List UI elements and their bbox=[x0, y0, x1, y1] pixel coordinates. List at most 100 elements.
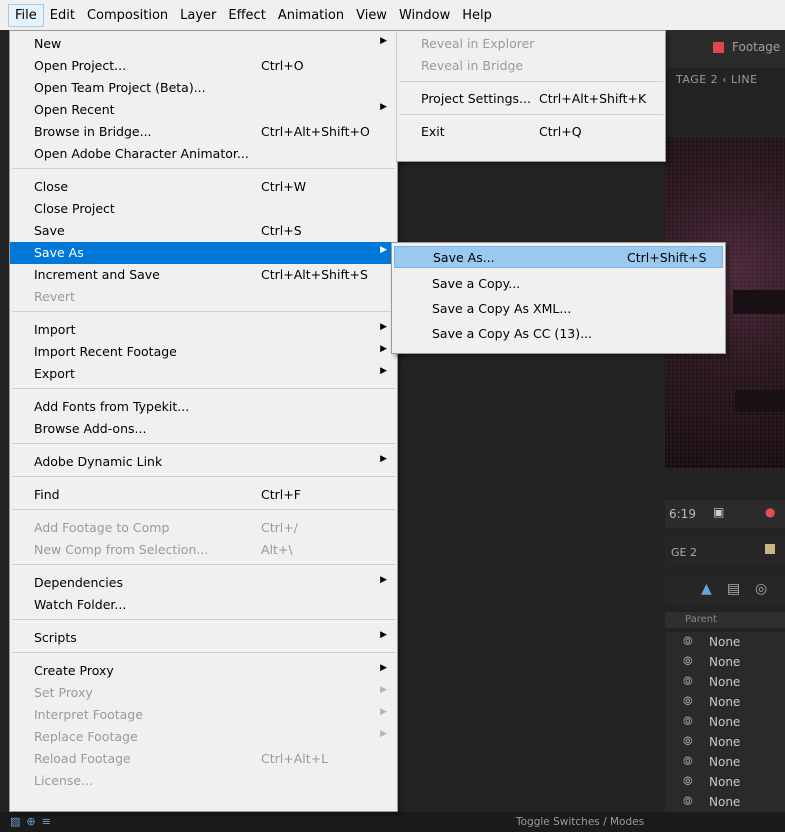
menu-item-label: Scripts bbox=[34, 630, 77, 645]
save-as-item-save-a-copy[interactable]: Save a Copy... bbox=[394, 273, 723, 295]
menu-file[interactable]: File bbox=[8, 3, 44, 27]
layer-row[interactable]: ⦾ None bbox=[665, 732, 785, 753]
file-menu-item-export[interactable]: Export ▶ bbox=[10, 363, 397, 385]
layer-row[interactable]: ⦾ None bbox=[665, 672, 785, 693]
file-menu-item-watch-folder[interactable]: Watch Folder... bbox=[10, 594, 397, 616]
menu-separator bbox=[12, 564, 395, 565]
motion-blur-icon[interactable]: ◎ bbox=[755, 581, 767, 597]
menu-item-label: Reload Footage bbox=[34, 751, 131, 766]
menu-layer[interactable]: Layer bbox=[174, 5, 222, 26]
menu-item-reveal-in-explorer[interactable]: Reveal in Explorer bbox=[397, 33, 665, 55]
parent-value[interactable]: None bbox=[709, 775, 740, 789]
file-menu-item-close-project[interactable]: Close Project bbox=[10, 198, 397, 220]
file-menu-item-browse-in-bridge[interactable]: Browse in Bridge... Ctrl+Alt+Shift+O bbox=[10, 121, 397, 143]
parent-value[interactable]: None bbox=[709, 675, 740, 689]
viewer-controls: 6:19 ▣ ● bbox=[665, 500, 785, 528]
menu-animation[interactable]: Animation bbox=[272, 5, 350, 26]
layer-row[interactable]: ⦾ None bbox=[665, 692, 785, 713]
menu-item-label: Import bbox=[34, 322, 76, 337]
file-menu-item-replace-footage[interactable]: Replace Footage ▶ bbox=[10, 726, 397, 748]
menu-item-exit[interactable]: Exit Ctrl+Q bbox=[397, 121, 665, 143]
menu-item-project-settings[interactable]: Project Settings... Ctrl+Alt+Shift+K bbox=[397, 88, 665, 110]
menu-item-label: Save a Copy... bbox=[432, 276, 521, 291]
menu-item-label: Dependencies bbox=[34, 575, 123, 590]
file-menu-item-open-team-project-beta[interactable]: Open Team Project (Beta)... bbox=[10, 77, 397, 99]
file-menu-item-scripts[interactable]: Scripts ▶ bbox=[10, 627, 397, 649]
parent-value[interactable]: None bbox=[709, 735, 740, 749]
footer-icons[interactable]: ▨⊕≡ bbox=[10, 815, 57, 828]
parent-value[interactable]: None bbox=[709, 655, 740, 669]
footage-tab[interactable]: Footage bbox=[713, 40, 780, 54]
file-menu-item-add-footage-to-comp[interactable]: Add Footage to Comp Ctrl+/ bbox=[10, 517, 397, 539]
save-as-item-save-a-copy-as-cc-13[interactable]: Save a Copy As CC (13)... bbox=[394, 323, 723, 345]
submenu-arrow-icon: ▶ bbox=[380, 366, 387, 376]
pickwhip-icon[interactable]: ⦾ bbox=[683, 754, 693, 769]
file-menu-item-create-proxy[interactable]: Create Proxy ▶ bbox=[10, 660, 397, 682]
color-channel-icon[interactable]: ● bbox=[765, 505, 775, 519]
pickwhip-icon[interactable]: ⦾ bbox=[683, 654, 693, 669]
file-menu-item-revert[interactable]: Revert bbox=[10, 286, 397, 308]
file-menu-item-save[interactable]: Save Ctrl+S bbox=[10, 220, 397, 242]
layer-row[interactable]: ⦾ None bbox=[665, 712, 785, 733]
file-menu-item-open-adobe-character-animator[interactable]: Open Adobe Character Animator... bbox=[10, 143, 397, 165]
file-menu-item-import[interactable]: Import ▶ bbox=[10, 319, 397, 341]
parent-value[interactable]: None bbox=[709, 795, 740, 809]
layer-row[interactable]: ⦾ None bbox=[665, 792, 785, 813]
submenu-arrow-icon: ▶ bbox=[380, 685, 387, 695]
shy-layers-icon[interactable]: ▲ bbox=[701, 581, 712, 597]
file-menu-item-import-recent-footage[interactable]: Import Recent Footage ▶ bbox=[10, 341, 397, 363]
comp-breadcrumb[interactable]: TAGE 2 ‹ LINE bbox=[676, 73, 758, 86]
file-menu-item-find[interactable]: Find Ctrl+F bbox=[10, 484, 397, 506]
file-menu-item-add-fonts-from-typekit[interactable]: Add Fonts from Typekit... bbox=[10, 396, 397, 418]
parent-value[interactable]: None bbox=[709, 695, 740, 709]
menu-help[interactable]: Help bbox=[456, 5, 498, 26]
menu-item-label: Export bbox=[34, 366, 75, 381]
camera-icon[interactable]: ▣ bbox=[713, 505, 724, 519]
parent-value[interactable]: None bbox=[709, 635, 740, 649]
file-menu-item-new-comp-from-selection[interactable]: New Comp from Selection... Alt+\ bbox=[10, 539, 397, 561]
menu-item-shortcut: Ctrl+S bbox=[261, 223, 302, 238]
file-menu-item-interpret-footage[interactable]: Interpret Footage ▶ bbox=[10, 704, 397, 726]
menu-item-label: Increment and Save bbox=[34, 267, 160, 282]
file-menu-item-license[interactable]: License... bbox=[10, 770, 397, 792]
pickwhip-icon[interactable]: ⦾ bbox=[683, 774, 693, 789]
file-menu-item-reload-footage[interactable]: Reload Footage Ctrl+Alt+L bbox=[10, 748, 397, 770]
pickwhip-icon[interactable]: ⦾ bbox=[683, 794, 693, 809]
file-menu-item-close[interactable]: Close Ctrl+W bbox=[10, 176, 397, 198]
menu-window[interactable]: Window bbox=[393, 5, 456, 26]
file-menu-item-new[interactable]: New ▶ bbox=[10, 33, 397, 55]
layer-row[interactable]: ⦾ None bbox=[665, 772, 785, 793]
layer-row[interactable]: ⦾ None bbox=[665, 652, 785, 673]
save-as-item-save-as[interactable]: Save As... Ctrl+Shift+S bbox=[394, 246, 723, 268]
parent-value[interactable]: None bbox=[709, 755, 740, 769]
menu-view[interactable]: View bbox=[350, 5, 393, 26]
file-menu-item-open-project[interactable]: Open Project... Ctrl+O bbox=[10, 55, 397, 77]
menu-separator bbox=[12, 652, 395, 653]
pickwhip-icon[interactable]: ⦾ bbox=[683, 734, 693, 749]
file-menu-item-save-as[interactable]: Save As ▶ bbox=[10, 242, 397, 264]
pickwhip-icon[interactable]: ⦾ bbox=[683, 634, 693, 649]
menu-composition[interactable]: Composition bbox=[81, 5, 174, 26]
timeline-tab[interactable]: GE 2 bbox=[665, 536, 785, 566]
file-menu-item-increment-and-save[interactable]: Increment and Save Ctrl+Alt+Shift+S bbox=[10, 264, 397, 286]
file-menu-item-adobe-dynamic-link[interactable]: Adobe Dynamic Link ▶ bbox=[10, 451, 397, 473]
menu-effect[interactable]: Effect bbox=[222, 5, 271, 26]
menu-item-label: Save As bbox=[34, 245, 84, 260]
file-menu-item-open-recent[interactable]: Open Recent ▶ bbox=[10, 99, 397, 121]
timecode-display[interactable]: 6:19 bbox=[669, 507, 696, 521]
parent-value[interactable]: None bbox=[709, 715, 740, 729]
pickwhip-icon[interactable]: ⦾ bbox=[683, 714, 693, 729]
menu-item-reveal-in-bridge[interactable]: Reveal in Bridge bbox=[397, 55, 665, 77]
toggle-switches-modes-button[interactable]: Toggle Switches / Modes bbox=[516, 816, 644, 828]
file-menu-item-browse-add-ons[interactable]: Browse Add-ons... bbox=[10, 418, 397, 440]
menu-separator bbox=[399, 81, 663, 82]
layer-row[interactable]: ⦾ None bbox=[665, 632, 785, 653]
menu-edit[interactable]: Edit bbox=[44, 5, 81, 26]
file-menu-item-dependencies[interactable]: Dependencies ▶ bbox=[10, 572, 397, 594]
layer-row[interactable]: ⦾ None bbox=[665, 752, 785, 773]
frame-blending-icon[interactable]: ▤ bbox=[727, 581, 740, 597]
pickwhip-icon[interactable]: ⦾ bbox=[683, 694, 693, 709]
save-as-item-save-a-copy-as-xml[interactable]: Save a Copy As XML... bbox=[394, 298, 723, 320]
file-menu-item-set-proxy[interactable]: Set Proxy ▶ bbox=[10, 682, 397, 704]
pickwhip-icon[interactable]: ⦾ bbox=[683, 674, 693, 689]
